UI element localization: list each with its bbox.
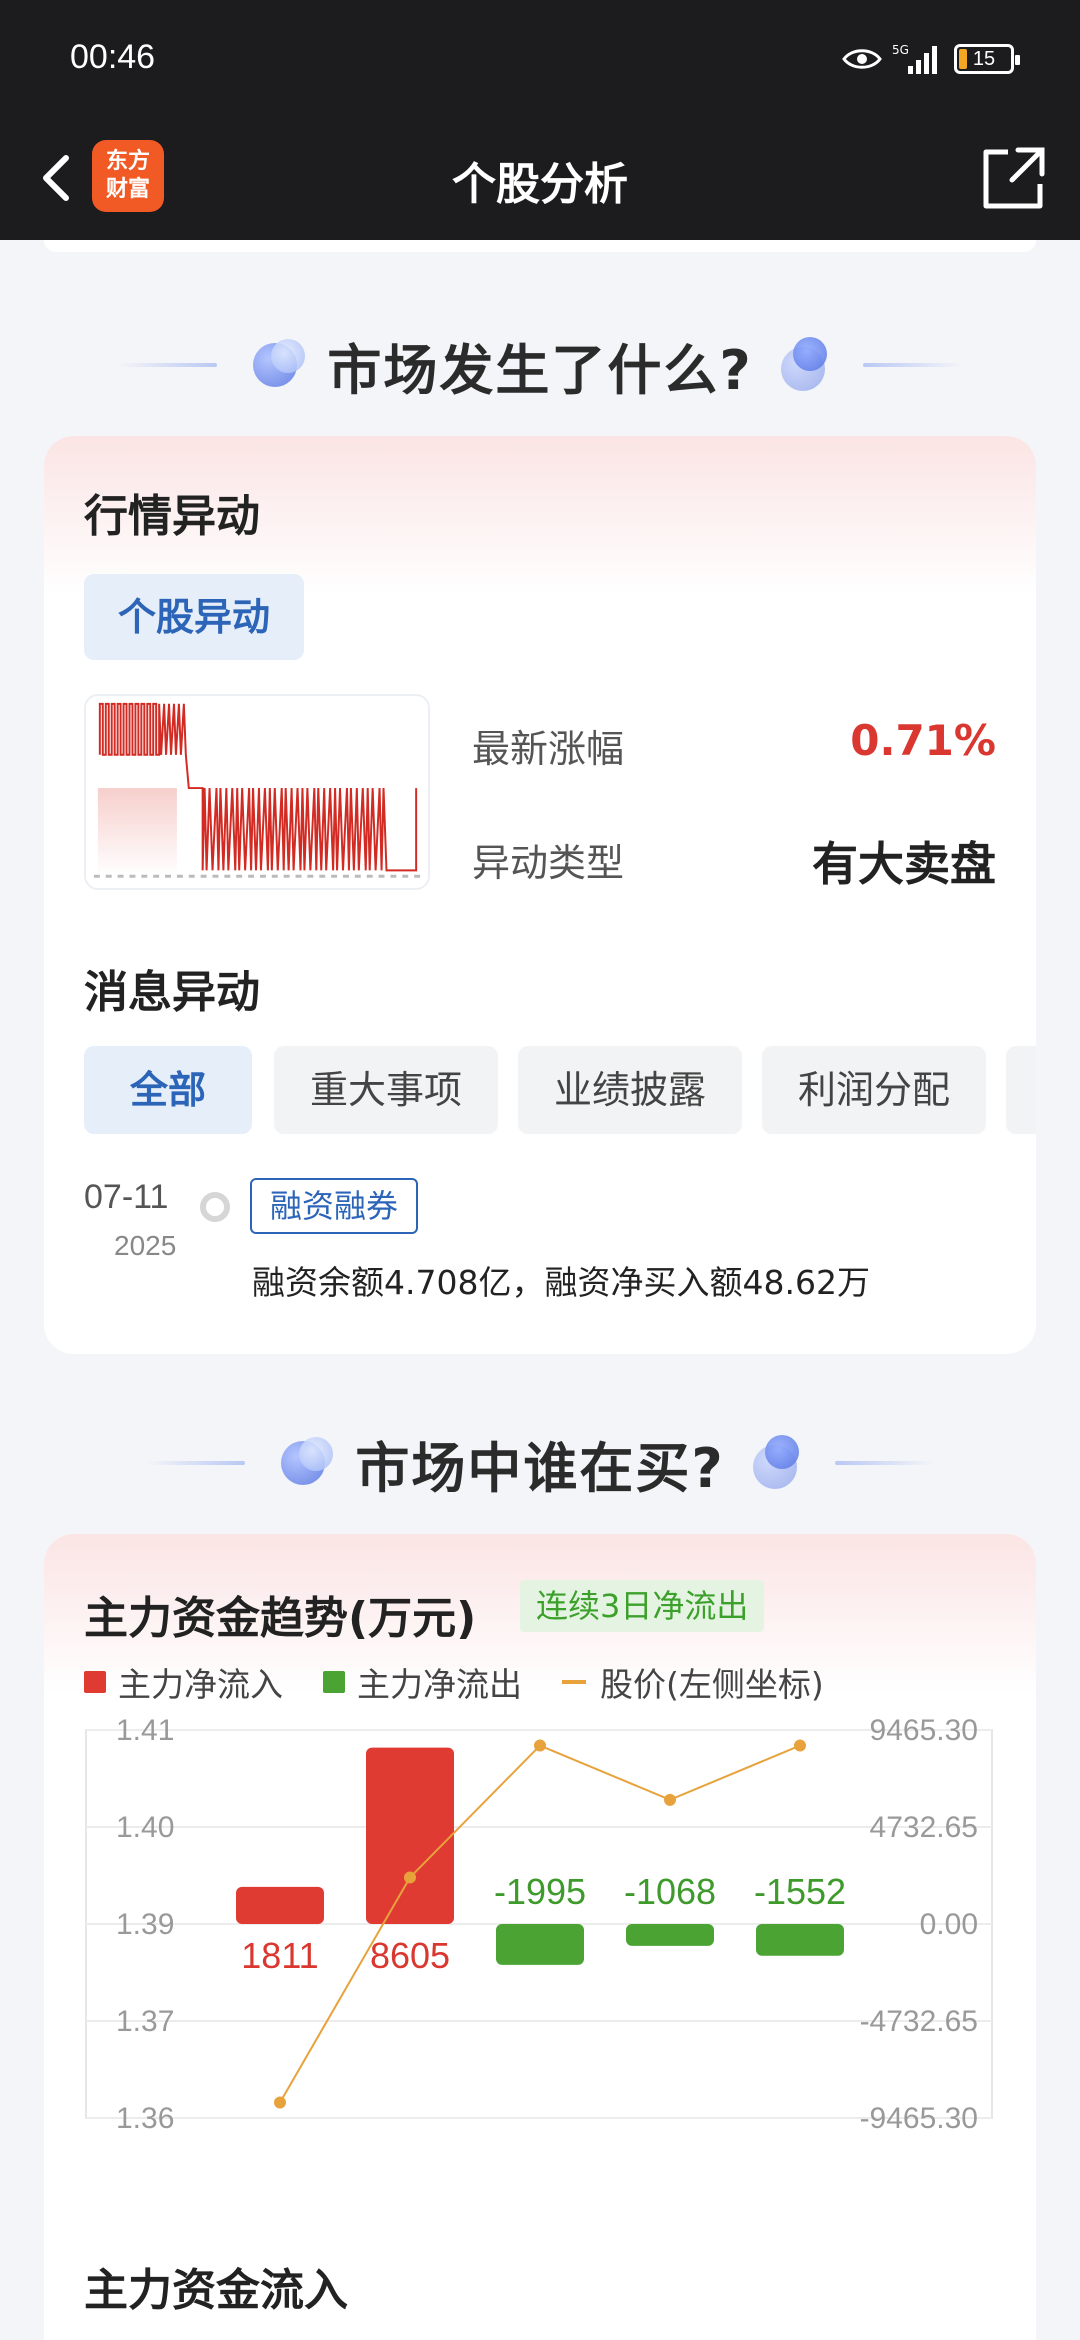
net-outflow-badge: 连续3日净流出	[520, 1580, 765, 1632]
flow-value-label: 1811	[241, 1935, 318, 1976]
legend-inflow-label: 主力净流入	[118, 1665, 283, 1704]
flow-bar	[626, 1924, 714, 1946]
price-point	[794, 1739, 806, 1752]
divider-right	[862, 363, 963, 367]
legend-outflow[interactable]: 主力净流出	[323, 1658, 522, 1706]
right-tick-label: 0.00	[920, 1908, 978, 1941]
news-tag[interactable]: 融资融券	[250, 1178, 419, 1234]
news-section-title: 消息异动	[84, 967, 260, 1018]
eye-icon	[842, 49, 882, 69]
price-point	[404, 1871, 416, 1884]
left-tick-label: 1.40	[116, 1811, 174, 1844]
news-date: 07-11	[84, 1178, 169, 1216]
divider-left	[117, 363, 218, 367]
flow-value-label: -1552	[754, 1871, 846, 1912]
left-tick-label: 1.41	[116, 1714, 174, 1747]
signal-icon: 5G	[892, 43, 937, 74]
latest-change-label: 最新涨幅	[472, 727, 625, 771]
flow-value-label: 8605	[370, 1935, 450, 1976]
previous-card-bottom	[44, 240, 1036, 252]
left-tick-label: 1.37	[116, 2005, 174, 2038]
price-point	[664, 1793, 676, 1806]
mini-chart-area	[97, 788, 177, 877]
tab-earnings[interactable]: 业绩披露	[518, 1046, 742, 1134]
right-tick-label: -9465.30	[860, 2102, 978, 2134]
status-bar: 00:46 5G 15	[0, 0, 1080, 118]
legend-inflow[interactable]: 主力净流入	[84, 1658, 283, 1706]
capital-inflow-title: 主力资金流入	[84, 2265, 348, 2316]
card-title: 行情异动	[84, 491, 260, 542]
tab-major-events[interactable]: 重大事项	[274, 1046, 498, 1134]
network-label: 5G	[892, 43, 909, 57]
battery-icon: 15	[954, 44, 1020, 74]
tab-profit-distribution[interactable]: 利润分配	[762, 1046, 986, 1134]
capital-flow-chart[interactable]: 1.41 9465.30 1.40 4732.65 1.39 0.00 1.37 -4732.…	[44, 1714, 1036, 2134]
divider-right	[834, 1461, 935, 1465]
section-heading-what-happened: 市场发生了什么?	[0, 320, 1080, 410]
legend-price-swatch	[562, 1680, 586, 1684]
flow-bar	[236, 1886, 324, 1924]
bubble-icon	[275, 1433, 335, 1493]
legend-inflow-swatch	[84, 1671, 106, 1693]
flow-bar	[756, 1924, 844, 1956]
legend-price[interactable]: 股价(左侧坐标)	[562, 1658, 824, 1706]
price-point	[534, 1739, 546, 1752]
flow-value-label: -1995	[494, 1871, 586, 1912]
bubble-icon	[773, 335, 833, 395]
left-tick-label: 1.39	[116, 1908, 174, 1941]
right-tick-label: -4732.65	[860, 2005, 978, 2038]
timeline-dot	[200, 1192, 230, 1222]
share-icon[interactable]	[978, 142, 1050, 214]
status-icons: 5G 15	[842, 40, 1020, 78]
movement-type-label: 异动类型	[472, 841, 625, 885]
flow-value-label: -1068	[624, 1871, 716, 1912]
app-header: 东方 财富 个股分析	[0, 118, 1080, 240]
capital-trend-card: 主力资金趋势(万元) 连续3日净流出 主力净流入 主力净流出 股价(左侧坐标) …	[44, 1534, 1036, 2340]
right-tick-label: 4732.65	[870, 1811, 978, 1844]
legend-price-label: 股价(左侧坐标)	[600, 1665, 824, 1704]
page-title: 个股分析	[452, 159, 628, 210]
tab-all[interactable]: 全部	[84, 1046, 252, 1134]
news-filter-tabs: 全部 重大事项 业绩披露 利润分配	[84, 1046, 1036, 1134]
news-text[interactable]: 融资余额4.708亿，融资净买入额48.62万	[252, 1256, 870, 1304]
market-movement-card: 行情异动 个股异动 最新涨幅 0.71% 异动类型 有大卖盘 消息异动 全部 重…	[44, 436, 1036, 1354]
bubble-icon	[247, 335, 307, 395]
news-year: 2025	[114, 1230, 177, 1261]
section-title: 市场发生了什么?	[327, 338, 753, 402]
tab-more[interactable]	[1006, 1046, 1036, 1134]
section-heading-who-buying: 市场中谁在买?	[0, 1418, 1080, 1508]
right-tick-label: 9465.30	[870, 1714, 978, 1747]
price-point	[274, 2096, 286, 2109]
stock-movement-tab[interactable]: 个股异动	[84, 574, 304, 660]
battery-level: 15	[972, 47, 996, 70]
bubble-icon	[745, 1433, 805, 1493]
chart-legend: 主力净流入 主力净流出 股价(左侧坐标)	[84, 1658, 864, 1706]
movement-type-value: 有大卖盘	[812, 837, 996, 891]
legend-outflow-swatch	[323, 1671, 345, 1693]
status-time: 00:46	[70, 38, 156, 76]
divider-left	[145, 1461, 246, 1465]
latest-change-value: 0.71%	[850, 716, 996, 765]
left-tick-label: 1.36	[116, 2102, 174, 2134]
intraday-mini-chart[interactable]	[84, 694, 430, 890]
flow-bar	[366, 1747, 454, 1924]
card-title: 主力资金趋势(万元)	[84, 1593, 477, 1644]
section-title: 市场中谁在买?	[355, 1436, 725, 1500]
legend-outflow-label: 主力净流出	[357, 1665, 522, 1704]
flow-bar	[496, 1924, 584, 1965]
